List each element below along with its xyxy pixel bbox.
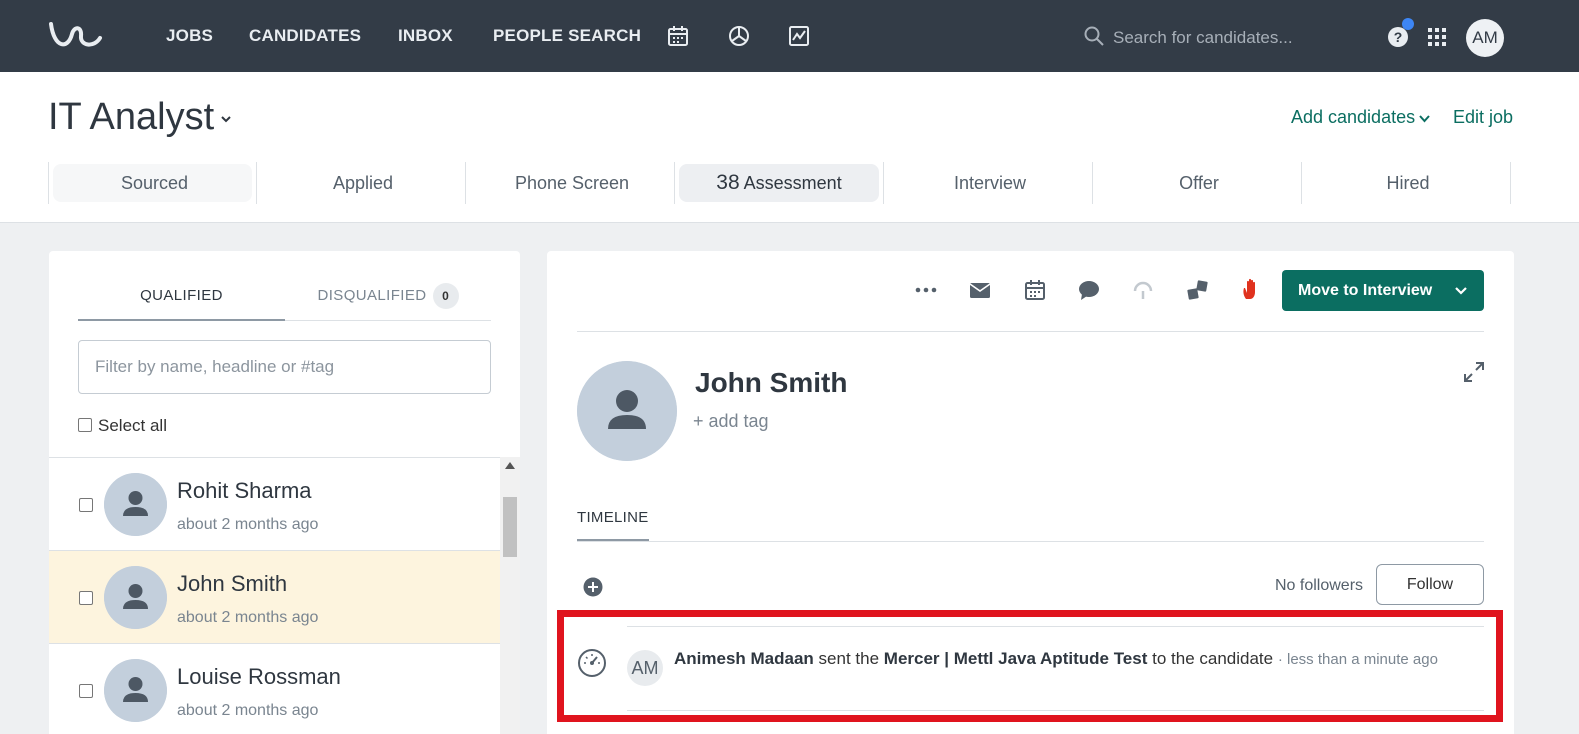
stage-assessment[interactable]: 38 Assessment [675, 162, 884, 204]
stage-hired[interactable]: Hired [1302, 162, 1511, 204]
move-to-interview-button[interactable]: Move to Interview [1282, 270, 1484, 311]
candidate-time: about 2 months ago [177, 609, 319, 626]
job-header: IT Analyst Add candidates Edit job Sourc… [0, 72, 1579, 223]
svg-text:?: ? [1394, 29, 1403, 45]
job-title[interactable]: IT Analyst [48, 96, 214, 139]
expand-icon[interactable] [1463, 361, 1485, 383]
chevron-down-icon[interactable] [219, 112, 233, 126]
candidate-list-panel: QUALIFIED DISQUALIFIED 0 Select all Rohit… [49, 251, 520, 734]
select-all-checkbox[interactable] [78, 418, 92, 432]
stage-label: Hired [1386, 173, 1430, 193]
avatar-placeholder-icon [577, 361, 677, 461]
stage-offer[interactable]: Offer [1093, 162, 1302, 204]
user-avatar[interactable]: AM [1466, 19, 1504, 57]
top-navigation-bar: JOBS CANDIDATES INBOX PEOPLE SEARCH ? AM [0, 0, 1579, 72]
edit-job-link[interactable]: Edit job [1453, 107, 1513, 128]
tab-timeline[interactable]: TIMELINE [577, 509, 649, 541]
followers-count: No followers [1275, 577, 1364, 594]
divider [577, 541, 1484, 542]
candidate-name: Rohit Sharma [177, 478, 312, 503]
candidate-name-heading: John Smith [695, 367, 848, 398]
stage-label: Phone Screen [514, 173, 630, 193]
select-all-label: Select all [98, 416, 167, 435]
stage-phone-screen[interactable]: Phone Screen [466, 162, 675, 204]
add-candidates-button[interactable]: Add candidates [1291, 107, 1415, 128]
evaluation-icon[interactable] [1130, 277, 1156, 303]
list-item[interactable]: Louise Rossman about 2 months ago [49, 644, 500, 734]
search-icon [1084, 26, 1104, 46]
assessment-icon[interactable] [1185, 277, 1211, 303]
stage-sourced[interactable]: Sourced [48, 162, 257, 204]
nav-people-search[interactable]: PEOPLE SEARCH [493, 26, 641, 46]
email-icon[interactable] [967, 277, 993, 303]
stage-applied[interactable]: Applied [257, 162, 466, 204]
list-item[interactable]: John Smith about 2 months ago [49, 551, 500, 644]
disqualified-count-badge: 0 [432, 283, 459, 309]
stage-label: Assessment [743, 173, 842, 193]
tab-qualified[interactable]: QUALIFIED [78, 281, 285, 321]
workable-logo-icon[interactable] [48, 18, 106, 52]
stage-count: 38 [716, 171, 740, 194]
pie-chart-icon[interactable] [726, 23, 752, 49]
follow-button[interactable]: Follow [1376, 564, 1484, 605]
avatar-placeholder-icon [104, 566, 167, 629]
calendar-icon[interactable] [1022, 277, 1048, 303]
stage-label: Applied [332, 173, 394, 193]
candidate-checkbox[interactable] [79, 591, 93, 605]
stage-label: Interview [953, 173, 1027, 193]
pipeline-stages: Sourced Applied Phone Screen 38 Assessmen… [48, 162, 1514, 204]
candidate-profile-panel: Move to Interview John Smith + add tag T… [547, 251, 1514, 734]
candidate-checkbox[interactable] [79, 684, 93, 698]
candidate-name: John Smith [177, 571, 288, 596]
add-event-plus-icon[interactable] [583, 577, 603, 597]
candidate-filter-input[interactable] [78, 340, 491, 394]
comment-icon[interactable] [1076, 277, 1102, 303]
candidate-time: about 2 months ago [177, 702, 319, 719]
highlight-box [557, 610, 1503, 722]
stage-interview[interactable]: Interview [884, 162, 1093, 204]
list-scrollbar[interactable] [500, 457, 520, 734]
select-all[interactable]: Select all [78, 416, 167, 436]
reports-icon[interactable] [786, 23, 812, 49]
avatar-placeholder-icon [104, 473, 167, 536]
tab-disqualified-label: DISQUALIFIED [317, 287, 427, 304]
stage-label: Offer [1179, 173, 1219, 193]
disqualify-hand-icon[interactable] [1239, 277, 1265, 303]
chevron-down-icon[interactable] [1418, 112, 1431, 125]
nav-jobs[interactable]: JOBS [166, 26, 213, 46]
apps-grid-icon[interactable] [1427, 27, 1447, 47]
candidate-time: about 2 months ago [177, 516, 319, 533]
candidate-name: Louise Rossman [177, 664, 341, 689]
search-input[interactable] [1113, 24, 1333, 52]
calendar-icon[interactable] [665, 23, 691, 49]
add-tag-link[interactable]: + add tag [693, 411, 769, 432]
global-search [1083, 24, 1343, 52]
divider [577, 331, 1484, 332]
scroll-up-arrow-icon[interactable] [505, 462, 515, 469]
move-button-label: Move to Interview [1298, 282, 1433, 299]
tab-disqualified[interactable]: DISQUALIFIED 0 [285, 281, 491, 321]
stage-label: Sourced [120, 173, 189, 193]
nav-inbox[interactable]: INBOX [398, 26, 453, 46]
chevron-down-icon[interactable] [1454, 284, 1468, 298]
list-item[interactable]: Rohit Sharma about 2 months ago [49, 458, 500, 551]
scroll-thumb[interactable] [503, 497, 517, 557]
more-options-icon[interactable] [913, 277, 939, 303]
candidate-checkbox[interactable] [79, 498, 93, 512]
notification-dot [1402, 18, 1414, 30]
nav-candidates[interactable]: CANDIDATES [249, 26, 361, 46]
candidate-list: Rohit Sharma about 2 months ago John Smi… [49, 457, 500, 734]
avatar-placeholder-icon [104, 659, 167, 722]
